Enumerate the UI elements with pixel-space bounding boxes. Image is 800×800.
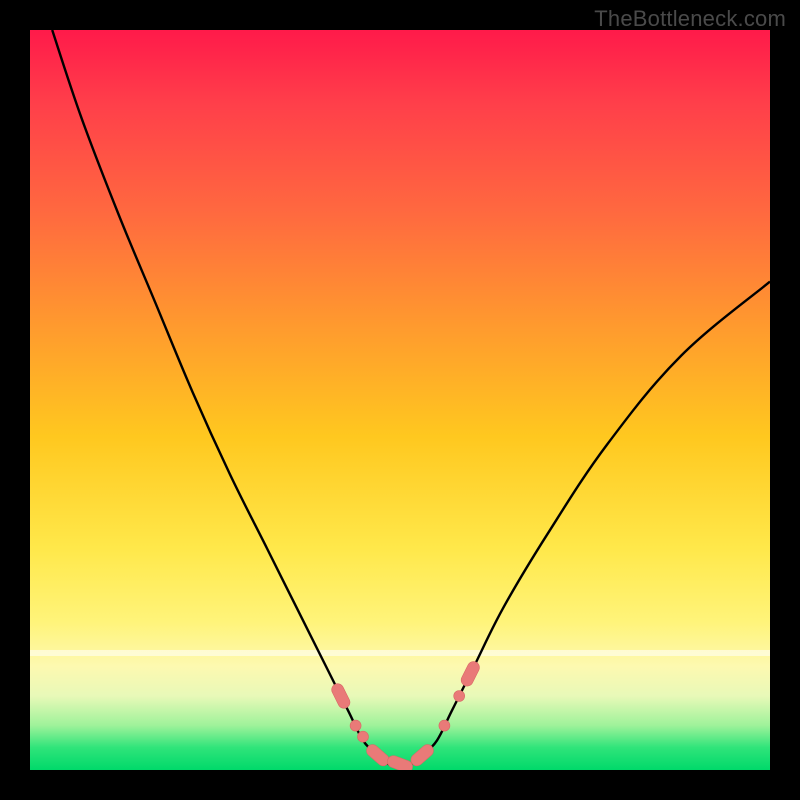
curve-marker-dot (439, 720, 450, 731)
curve-marker-dot (358, 731, 369, 742)
curve-marker-capsule (330, 682, 352, 711)
watermark-text: TheBottleneck.com (594, 6, 786, 32)
plot-area (30, 30, 770, 770)
curve-marker-capsule (408, 742, 435, 768)
bottleneck-curve (52, 30, 770, 768)
curve-marker-dot (350, 720, 361, 731)
curve-marker-capsule (459, 659, 481, 688)
chart-frame: TheBottleneck.com (0, 0, 800, 800)
curve-svg (30, 30, 770, 770)
curve-marker-capsule (364, 742, 391, 768)
curve-markers (330, 659, 482, 770)
curve-marker-capsule (386, 754, 415, 770)
curve-marker-dot (454, 691, 465, 702)
